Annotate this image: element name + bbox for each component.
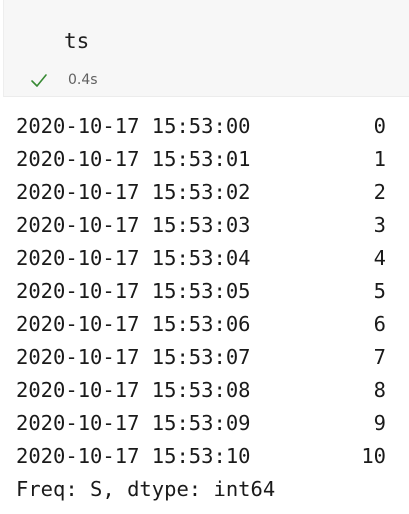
series-row: 2020-10-17 15:53:04 4	[16, 242, 396, 275]
series-index: 2020-10-17 15:53:10	[16, 444, 251, 468]
series-value: 4	[373, 246, 386, 270]
series-index: 2020-10-17 15:53:07	[16, 345, 251, 369]
series-row: 2020-10-17 15:53:09 9	[16, 407, 396, 440]
series-index: 2020-10-17 15:53:04	[16, 246, 251, 270]
series-value: 8	[373, 378, 386, 402]
series-row: 2020-10-17 15:53:02 2	[16, 176, 396, 209]
series-index: 2020-10-17 15:53:09	[16, 411, 251, 435]
series-row: 2020-10-17 15:53:03 3	[16, 209, 396, 242]
series-index: 2020-10-17 15:53:06	[16, 312, 251, 336]
series-row: 2020-10-17 15:53:05 5	[16, 275, 396, 308]
series-value: 9	[373, 411, 386, 435]
series-index: 2020-10-17 15:53:00	[16, 114, 251, 138]
series-value: 3	[373, 213, 386, 237]
series-value: 1	[373, 147, 386, 171]
series-value: 7	[373, 345, 386, 369]
series-value: 6	[373, 312, 386, 336]
series-index: 2020-10-17 15:53:05	[16, 279, 251, 303]
series-footer: Freq: S, dtype: int64	[16, 477, 276, 501]
series-row: 2020-10-17 15:53:10 10	[16, 440, 396, 473]
cell-output: 2020-10-17 15:53:00 0 2020-10-17 15:53:01…	[16, 110, 396, 506]
series-index: 2020-10-17 15:53:02	[16, 180, 251, 204]
series-row: 2020-10-17 15:53:00 0	[16, 110, 396, 143]
series-value: 5	[373, 279, 386, 303]
series-value: 2	[373, 180, 386, 204]
series-value: 0	[373, 114, 386, 138]
series-row: 2020-10-17 15:53:01 1	[16, 143, 396, 176]
series-row: 2020-10-17 15:53:06 6	[16, 308, 396, 341]
code-editor[interactable]: ts	[64, 26, 89, 56]
series-index: 2020-10-17 15:53:08	[16, 378, 251, 402]
code-cell-input[interactable]: ts 0.4s	[3, 0, 409, 97]
series-value: 10	[361, 444, 386, 468]
execution-status: 0.4s	[30, 70, 98, 90]
series-row: 2020-10-17 15:53:07 7	[16, 341, 396, 374]
series-row: 2020-10-17 15:53:08 8	[16, 374, 396, 407]
series-index: 2020-10-17 15:53:01	[16, 147, 251, 171]
check-icon	[30, 72, 48, 88]
series-index: 2020-10-17 15:53:03	[16, 213, 251, 237]
execution-time: 0.4s	[68, 72, 98, 88]
